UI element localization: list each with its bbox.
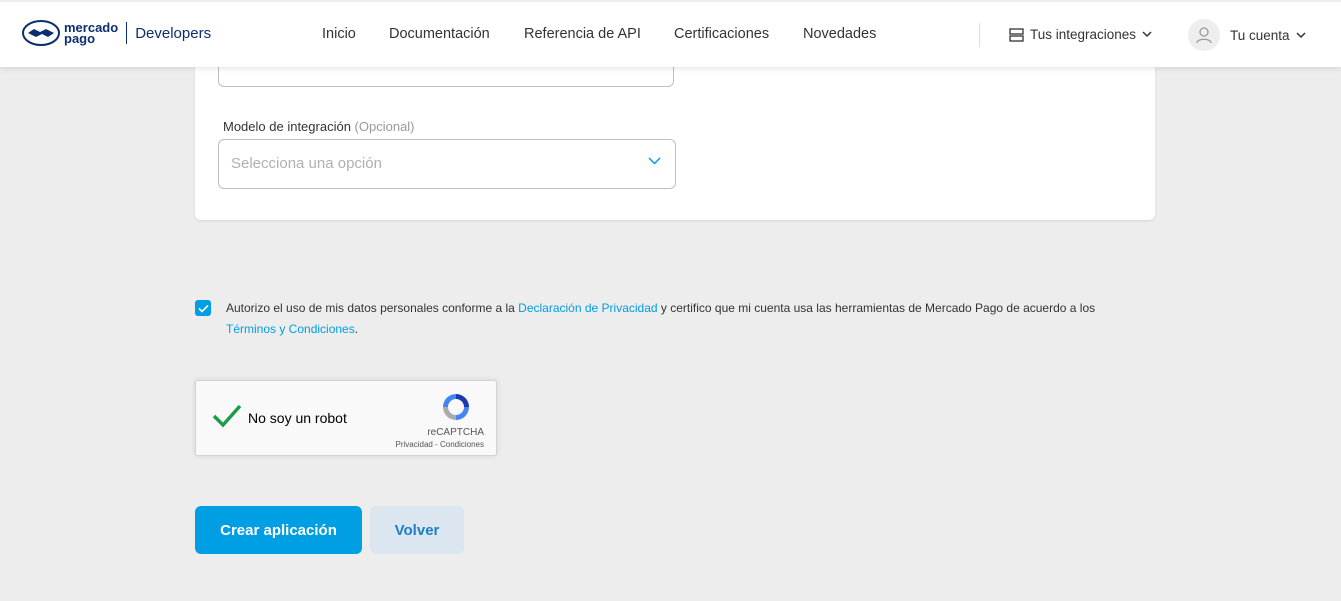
recaptcha-logo-icon xyxy=(443,394,469,420)
consent-text-1: Autorizo el uso de mis datos personales … xyxy=(226,301,519,315)
integration-model-label-text: Modelo de integración xyxy=(223,119,351,134)
user-icon xyxy=(1196,27,1212,44)
recaptcha-checkmark-icon[interactable] xyxy=(212,403,242,429)
mercadopago-logo[interactable]: mercado pago Developers xyxy=(22,20,211,46)
top-navbar: mercado pago Developers Inicio Documenta… xyxy=(0,0,1341,67)
integrations-menu[interactable]: Tus integraciones xyxy=(1009,27,1152,42)
nav-inicio[interactable]: Inicio xyxy=(322,26,356,42)
integration-model-label: Modelo de integración (Opcional) xyxy=(223,119,415,134)
recaptcha-terms-link[interactable]: Privacidad - Condiciones xyxy=(396,440,485,449)
nav-referencia-api[interactable]: Referencia de API xyxy=(524,26,641,42)
consent-text: Autorizo el uso de mis datos personales … xyxy=(226,298,1146,340)
create-application-button[interactable]: Crear aplicación xyxy=(195,506,362,554)
logo-wordmark: mercado pago xyxy=(64,21,118,45)
handshake-icon xyxy=(22,20,60,46)
consent-checkbox[interactable] xyxy=(195,300,211,316)
nav-documentacion[interactable]: Documentación xyxy=(389,26,490,42)
recaptcha-widget: No soy un robot reCAPTCHA Privacidad - C… xyxy=(195,380,497,456)
recaptcha-brand: reCAPTCHA xyxy=(427,427,484,438)
back-button[interactable]: Volver xyxy=(370,506,464,554)
avatar xyxy=(1188,19,1220,51)
integrations-label: Tus integraciones xyxy=(1030,27,1137,42)
nav-novedades[interactable]: Novedades xyxy=(803,26,876,42)
chevron-down-icon xyxy=(1142,31,1152,38)
logo-separator xyxy=(126,22,128,44)
optional-tag: (Opcional) xyxy=(354,119,415,134)
form-card: Modelo de integración (Opcional) Selecci… xyxy=(195,40,1155,220)
nav-certificaciones[interactable]: Certificaciones xyxy=(674,26,769,42)
recaptcha-label: No soy un robot xyxy=(248,410,347,426)
developers-label: Developers xyxy=(135,24,212,42)
consent-text-2: y certifico que mi cuenta usa las herram… xyxy=(657,301,1096,315)
chevron-down-icon xyxy=(648,157,661,165)
chevron-down-icon xyxy=(1296,31,1306,38)
account-menu[interactable]: Tu cuenta xyxy=(1188,19,1306,51)
nav-divider xyxy=(979,23,980,47)
consent-text-3: . xyxy=(354,322,359,336)
checkmark-icon xyxy=(197,304,209,313)
privacy-link[interactable]: Declaración de Privacidad xyxy=(518,301,657,315)
account-label: Tu cuenta xyxy=(1230,27,1290,43)
select-placeholder: Selecciona una opción xyxy=(231,155,382,172)
terms-link[interactable]: Términos y Condiciones xyxy=(226,322,355,336)
integration-model-select[interactable]: Selecciona una opción xyxy=(218,139,676,189)
server-icon xyxy=(1009,27,1024,42)
